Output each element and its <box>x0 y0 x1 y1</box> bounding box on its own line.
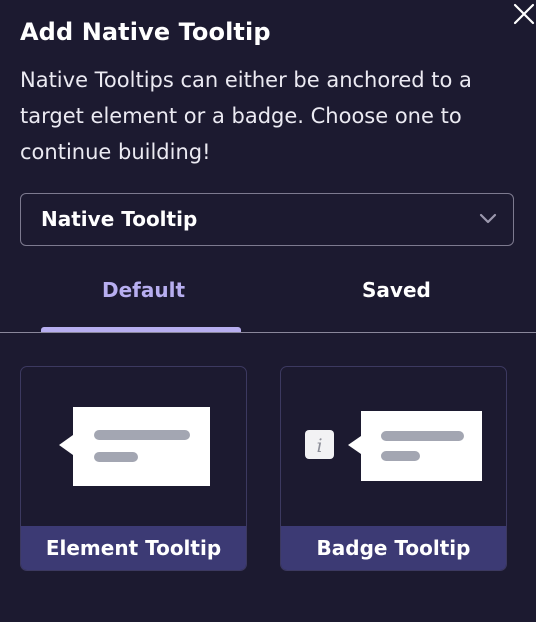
chevron-down-icon <box>479 213 497 224</box>
close-icon <box>513 3 535 25</box>
tabs: Default Saved <box>0 270 536 334</box>
select-value: Native Tooltip <box>41 207 198 231</box>
close-button[interactable] <box>512 2 536 26</box>
tooltip-type-select[interactable]: Native Tooltip <box>20 193 514 246</box>
badge-tooltip-label: Badge Tooltip <box>281 526 506 570</box>
tab-saved[interactable]: Saved <box>362 278 431 302</box>
tab-default[interactable]: Default <box>102 278 185 302</box>
element-tooltip-illustration <box>21 367 246 527</box>
dialog-description: Native Tooltips can either be anchored t… <box>20 68 472 164</box>
element-tooltip-card[interactable]: Element Tooltip <box>20 366 247 571</box>
badge-tooltip-card[interactable]: i Badge Tooltip <box>280 366 507 571</box>
info-badge-glyph: i <box>316 435 322 457</box>
tabs-divider <box>0 332 536 333</box>
element-tooltip-label: Element Tooltip <box>21 526 246 570</box>
dialog-title: Add Native Tooltip <box>20 18 271 46</box>
badge-tooltip-illustration: i <box>281 367 506 527</box>
